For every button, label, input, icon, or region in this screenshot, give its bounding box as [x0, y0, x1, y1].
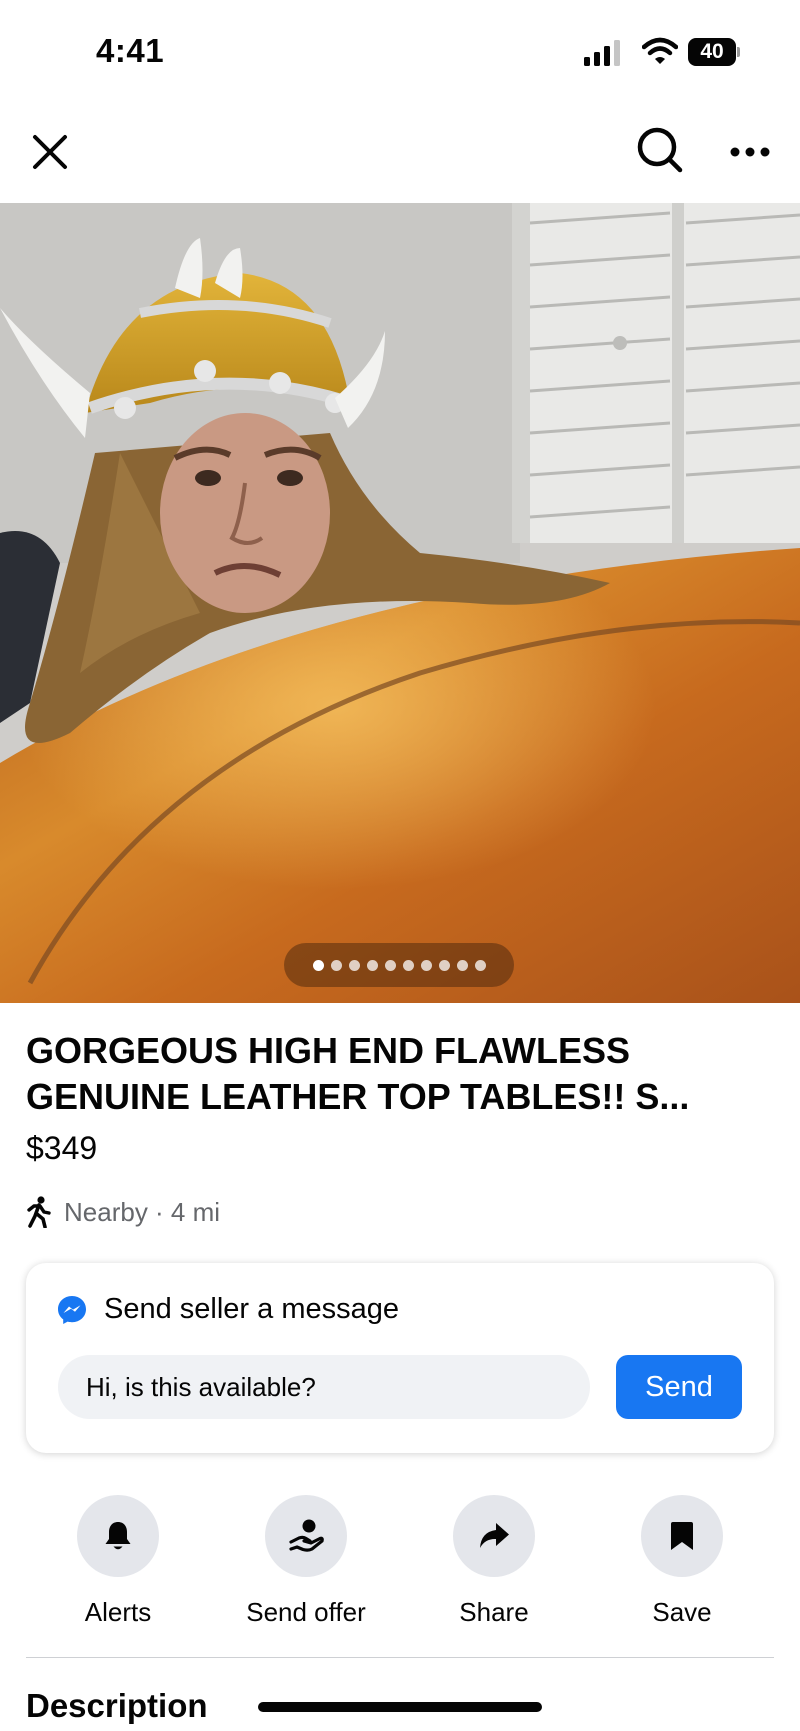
- photo-carousel-indicator[interactable]: [284, 943, 514, 987]
- save-label: Save: [652, 1597, 712, 1627]
- carousel-dot[interactable]: [330, 959, 342, 971]
- share-icon: [480, 1523, 509, 1548]
- search-button[interactable]: [630, 120, 690, 180]
- send-offer-button-circle[interactable]: [265, 1495, 347, 1577]
- location-label: Nearby · 4 mi: [64, 1196, 221, 1227]
- send-offer-label: Send offer: [246, 1597, 366, 1627]
- description-heading: Description: [26, 1687, 208, 1724]
- battery-indicator: 40: [688, 38, 740, 66]
- battery-level: 40: [700, 40, 724, 63]
- search-icon: [637, 127, 683, 173]
- message-card-title: Send seller a message: [104, 1293, 399, 1325]
- send-message-button[interactable]: Send: [616, 1355, 742, 1419]
- carousel-dot[interactable]: [438, 959, 450, 971]
- more-icon: [730, 147, 770, 157]
- photo-illustration: [0, 203, 800, 1003]
- carousel-dot[interactable]: [384, 959, 396, 971]
- close-button[interactable]: [22, 124, 78, 180]
- message-seller-card: Send seller a message Send: [26, 1263, 774, 1453]
- listing-photo[interactable]: [0, 203, 800, 1003]
- status-bar: 4:41 40: [0, 0, 800, 100]
- share-button[interactable]: Share: [400, 1495, 588, 1628]
- more-options-button[interactable]: [720, 124, 780, 180]
- alerts-button-circle[interactable]: [77, 1495, 159, 1577]
- alerts-button[interactable]: Alerts: [24, 1495, 212, 1628]
- carousel-dot[interactable]: [312, 959, 324, 971]
- status-time: 4:41: [96, 32, 165, 69]
- close-icon: [33, 135, 67, 169]
- listing-location: Nearby · 4 mi: [26, 1192, 220, 1232]
- section-divider: [26, 1657, 774, 1658]
- offer-icon: [289, 1519, 324, 1552]
- share-label: Share: [459, 1597, 529, 1627]
- listing-title: GORGEOUS HIGH END FLAWLESS GENUINE LEATH…: [26, 1030, 690, 1117]
- alerts-label: Alerts: [84, 1597, 152, 1627]
- send-offer-button[interactable]: Send offer: [212, 1495, 400, 1628]
- carousel-dot[interactable]: [366, 959, 378, 971]
- walking-person-icon: [27, 1196, 51, 1228]
- carousel-dot[interactable]: [348, 959, 360, 971]
- home-indicator[interactable]: [258, 1702, 542, 1712]
- listing-price: $349: [26, 1130, 98, 1166]
- message-card-header: Send seller a message: [56, 1293, 399, 1326]
- cellular-signal-icon: [584, 40, 620, 66]
- wifi-icon: [642, 37, 678, 64]
- carousel-dot[interactable]: [456, 959, 468, 971]
- save-button-circle[interactable]: [641, 1495, 723, 1577]
- carousel-dot[interactable]: [402, 959, 414, 971]
- bookmark-icon: [671, 1522, 693, 1550]
- share-button-circle[interactable]: [453, 1495, 535, 1577]
- save-button[interactable]: Save: [588, 1495, 776, 1628]
- battery-cap: [737, 47, 740, 57]
- bell-icon: [105, 1522, 131, 1550]
- listing-actions: Alerts Send offer Share Save: [0, 1495, 800, 1635]
- top-navigation: [0, 110, 800, 200]
- carousel-dot[interactable]: [474, 959, 486, 971]
- messenger-icon: [58, 1295, 86, 1324]
- message-input[interactable]: [58, 1355, 590, 1419]
- carousel-dot[interactable]: [420, 959, 432, 971]
